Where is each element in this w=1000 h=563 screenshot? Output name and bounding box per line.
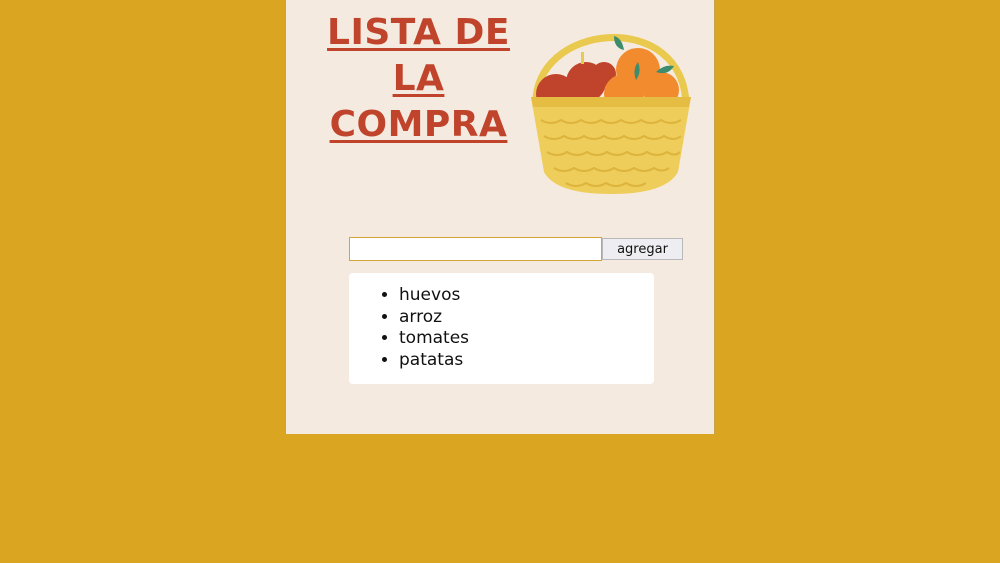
item-list: huevos arroz tomates patatas <box>349 285 654 371</box>
list-item: tomates <box>399 328 654 350</box>
title-line-1: LISTA DE LA <box>327 12 510 99</box>
add-button[interactable]: agregar <box>602 238 683 260</box>
page-title: LISTA DE LA COMPRA <box>301 10 536 148</box>
list-item: patatas <box>399 350 654 372</box>
title-line-2: COMPRA <box>329 104 508 145</box>
list-item: huevos <box>399 285 654 307</box>
add-item-form: agregar <box>349 237 683 261</box>
fruit-basket-image <box>531 34 691 194</box>
shopping-list-card: LISTA DE LA COMPRA agregar • huevos • ar… <box>285 0 715 434</box>
shopping-list: huevos arroz tomates patatas <box>349 273 654 384</box>
list-item: arroz <box>399 307 654 329</box>
item-input[interactable] <box>349 237 602 261</box>
